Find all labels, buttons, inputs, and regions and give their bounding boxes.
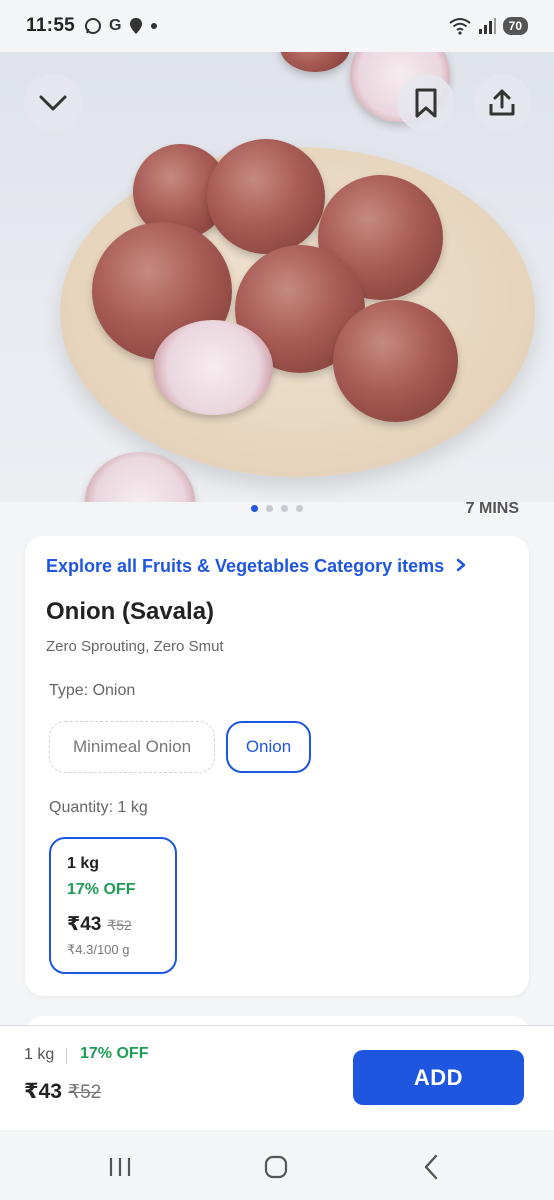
variant-price: ₹43 (67, 914, 102, 935)
variant-size: 1 kg (67, 855, 100, 872)
explore-category-label: Explore all Fruits & Vegetables Category… (46, 556, 445, 576)
product-image[interactable] (0, 52, 554, 502)
add-button[interactable]: ADD (353, 1050, 524, 1105)
location-icon (129, 18, 142, 34)
dot-icon (150, 23, 157, 29)
signal-icon (478, 18, 496, 34)
back-button[interactable] (411, 1152, 451, 1182)
wifi-icon (449, 18, 471, 35)
share-button[interactable] (473, 74, 531, 132)
carousel-dots (251, 505, 303, 512)
bottom-divider (66, 1048, 67, 1064)
status-bar: 11:55 G 70 (0, 0, 554, 52)
chevron-right-icon (456, 558, 466, 572)
share-icon (489, 89, 515, 116)
bottom-mrp: ₹52 (67, 1082, 102, 1103)
home-icon (264, 1155, 288, 1179)
explore-category-link[interactable]: Explore all Fruits & Vegetables Category… (46, 556, 467, 577)
collapse-button[interactable] (24, 74, 82, 132)
recent-apps-button[interactable] (100, 1152, 140, 1182)
type-option-onion[interactable]: Onion (226, 721, 311, 773)
status-left-icons: G (84, 17, 157, 35)
onion-top (280, 52, 350, 72)
carousel-dot-2[interactable] (266, 505, 273, 512)
product-details-card: Explore all Fruits & Vegetables Category… (25, 536, 529, 996)
back-icon (424, 1154, 438, 1180)
type-label: Type: Onion (49, 682, 136, 699)
variant-mrp: ₹52 (107, 917, 132, 933)
system-nav-bar (0, 1130, 554, 1200)
carousel-dot-1[interactable] (251, 505, 258, 512)
bottom-price: ₹43 (24, 1080, 62, 1103)
quantity-option-1kg[interactable]: 1 kg 17% OFF ₹43 ₹52 ₹4.3/100 g (49, 837, 177, 974)
quantity-label: Quantity: 1 kg (49, 799, 148, 816)
onion-6 (333, 300, 458, 422)
onion-2 (207, 139, 325, 254)
status-time: 11:55 (26, 15, 76, 36)
bottom-size: 1 kg (24, 1046, 55, 1063)
bottom-discount: 17% OFF (80, 1045, 149, 1062)
carousel-dot-3[interactable] (281, 505, 288, 512)
bottom-price-row: ₹43 ₹52 (24, 1079, 101, 1104)
type-option-minimeal-onion[interactable]: Minimeal Onion (49, 721, 215, 773)
bookmark-button[interactable] (397, 74, 455, 132)
status-right-icons: 70 (449, 17, 528, 35)
variant-unit-price: ₹4.3/100 g (67, 942, 130, 957)
variant-price-row: ₹43 ₹52 (67, 913, 175, 936)
product-subtitle: Zero Sprouting, Zero Smut (46, 638, 224, 655)
variant-discount: 17% OFF (67, 881, 136, 898)
onion-half-bottom (85, 452, 195, 502)
battery-icon: 70 (502, 17, 528, 35)
delivery-eta: 7 MINS (465, 500, 519, 517)
home-button[interactable] (256, 1152, 296, 1182)
bookmark-icon (415, 88, 437, 118)
add-to-cart-bar: 1 kg 17% OFF ₹43 ₹52 ADD (0, 1025, 554, 1130)
onion-half (153, 320, 273, 415)
chevron-down-icon (39, 95, 67, 111)
whatsapp-icon (85, 18, 102, 34)
google-icon: G (109, 17, 122, 34)
recent-apps-icon (109, 1158, 131, 1176)
product-title: Onion (Savala) (46, 598, 215, 625)
carousel-dot-4[interactable] (296, 505, 303, 512)
